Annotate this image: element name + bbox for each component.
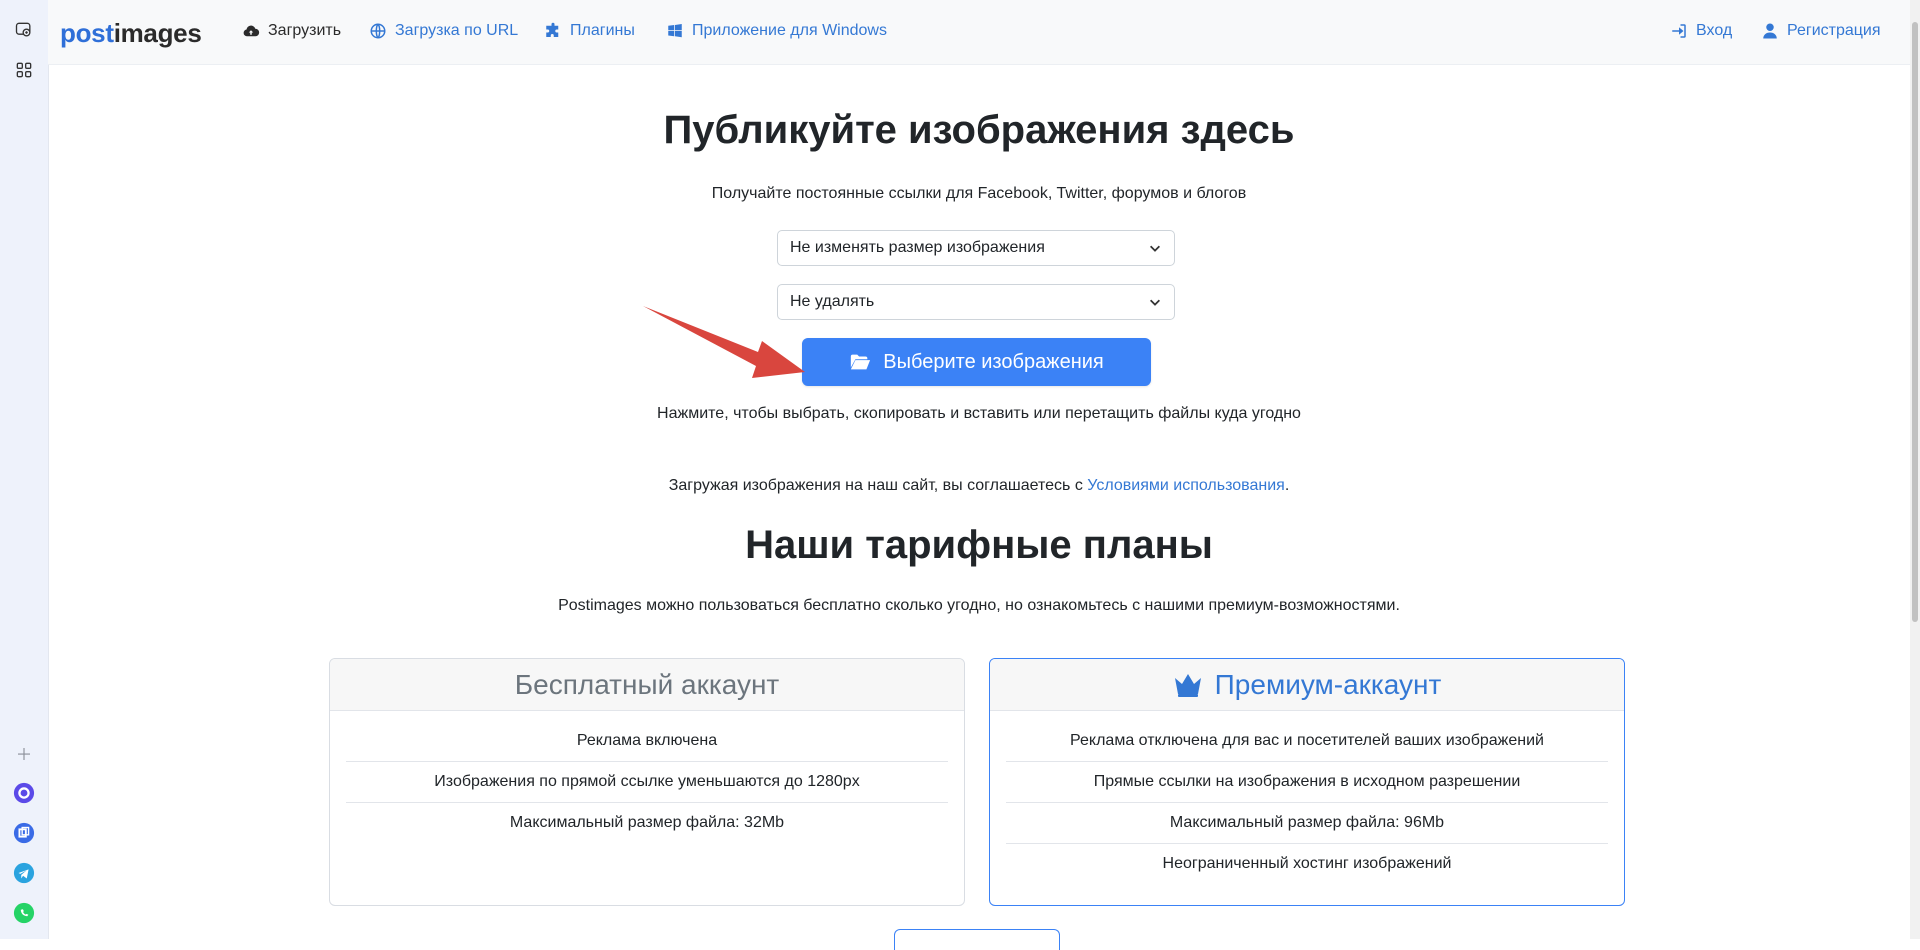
nav-windows-app[interactable]: Приложение для Windows — [666, 22, 887, 40]
plus-icon[interactable] — [12, 742, 36, 766]
site-navbar: postimages Загрузить Загрузка по URL Пла… — [48, 0, 1910, 65]
premium-plan-card: Премиум-аккаунт Реклама отключена для ва… — [989, 658, 1625, 906]
list-item: Неограниченный хостинг изображений — [1162, 855, 1452, 872]
list-item: Прямые ссылки на изображения в исходном … — [1006, 762, 1608, 803]
plans-title: Наши тарифные планы — [745, 523, 1213, 567]
list-item: Реклама включена — [346, 721, 948, 762]
chevron-down-icon — [1150, 245, 1160, 252]
whatsapp-icon[interactable] — [12, 901, 36, 925]
list-item: Максимальный размер файла: 96Mb — [1006, 803, 1608, 844]
scrollbar-thumb[interactable] — [1912, 22, 1918, 622]
premium-plan-title: Премиум-аккаунт — [990, 659, 1624, 711]
messenger-icon[interactable] — [12, 781, 36, 805]
resize-select-value: Не изменять размер изображения — [790, 239, 1045, 256]
partial-button[interactable] — [894, 929, 1060, 950]
list-item: Реклама отключена для вас и посетителей … — [1006, 721, 1608, 762]
nav-login[interactable]: Вход — [1670, 22, 1732, 40]
windows-icon — [668, 24, 682, 38]
page-scrollbar[interactable] — [1910, 0, 1920, 939]
resize-select[interactable]: Не изменять размер изображения — [777, 230, 1175, 266]
nav-plugins[interactable]: Плагины — [544, 22, 635, 40]
user-icon — [1763, 23, 1777, 39]
upload-hint: Нажмите, чтобы выбрать, скопировать и вс… — [657, 405, 1301, 422]
puzzle-icon — [546, 22, 559, 37]
nav-upload[interactable]: Загрузить — [242, 22, 341, 40]
hero-subtitle: Получайте постоянные ссылки для Facebook… — [711, 185, 1247, 202]
chevron-down-icon — [1150, 299, 1160, 306]
hero-title: Публикуйте изображения здесь — [663, 108, 1295, 152]
free-plan-title: Бесплатный аккаунт — [330, 659, 964, 711]
crown-icon — [1174, 673, 1201, 697]
apps-grid-icon[interactable] — [12, 58, 36, 82]
choose-images-button[interactable]: Выберите изображения — [802, 338, 1151, 386]
telegram-icon[interactable] — [12, 861, 36, 885]
list-item: Изображения по прямой ссылке уменьшаются… — [346, 762, 948, 803]
folder-open-icon — [851, 354, 871, 370]
globe-icon — [370, 23, 386, 39]
terms-note: Загружая изображения на наш сайт, вы сог… — [668, 477, 1290, 494]
cloud-upload-icon — [243, 25, 260, 37]
screenshot-icon[interactable] — [12, 18, 36, 42]
app-icon[interactable] — [12, 821, 36, 845]
nav-register[interactable]: Регистрация — [1761, 22, 1881, 40]
terms-link[interactable]: Условиями использования — [1087, 477, 1285, 494]
nav-upload-url[interactable]: Загрузка по URL — [369, 22, 518, 40]
expiry-select[interactable]: Не удалять — [777, 284, 1175, 320]
free-plan-card: Бесплатный аккаунт Реклама включена Изоб… — [329, 658, 965, 906]
brand-logo[interactable]: postimages — [60, 18, 202, 49]
browser-sidepanel — [0, 0, 49, 939]
annotation-arrow — [643, 306, 805, 378]
sign-in-icon — [1672, 24, 1686, 38]
plans-description: Postimages можно пользоваться бесплатно … — [558, 597, 1400, 614]
list-item: Максимальный размер файла: 32Mb — [509, 814, 785, 831]
